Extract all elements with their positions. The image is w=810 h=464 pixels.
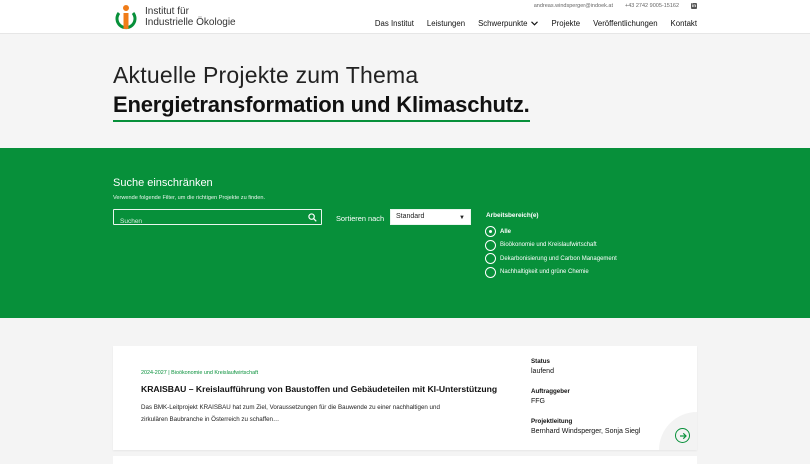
- nav-label: Das Institut: [374, 19, 414, 28]
- filter-subtitle: Verwende folgende Filter, um die richtig…: [113, 195, 266, 201]
- top-contact-bar: andreas.windsperger@indoek.at +43 2742 9…: [534, 3, 697, 9]
- nav-veroeffentlichungen[interactable]: Veröffentlichungen: [593, 19, 657, 28]
- description-line-2: zirkulären Baubranche in Österreich zu s…: [141, 416, 280, 423]
- filter-title: Suche einschränken: [113, 177, 213, 189]
- nav-label: Leistungen: [426, 19, 466, 28]
- site-header: Institut für Industrielle Ökologie andre…: [0, 0, 810, 34]
- logo-icon: [115, 5, 137, 30]
- linkedin-icon[interactable]: in: [691, 3, 697, 9]
- site-logo[interactable]: Institut für Industrielle Ökologie: [113, 3, 243, 31]
- project-title[interactable]: KRAISBAU – Kreislaufführung von Baustoff…: [141, 384, 497, 394]
- arrow-right-icon: [679, 432, 687, 439]
- hero-title-line-1: Aktuelle Projekte zum Thema: [113, 62, 419, 88]
- project-description: Das BMK-Leitprojekt KRAISBAU hat zum Zie…: [141, 402, 486, 426]
- nav-label: Schwerpunkte: [478, 19, 528, 28]
- project-details: Status laufend Auftraggeber FFG Projektl…: [531, 358, 640, 448]
- radio-alle[interactable]: Alle: [485, 225, 617, 239]
- sort-label: Sortieren nach: [336, 214, 385, 223]
- lead-value: Bernhard Windsperger, Sonja Siegl: [531, 428, 641, 435]
- radio-dekarbonisierung[interactable]: Dekarbonisierung und Carbon Management: [485, 252, 617, 266]
- nav-kontakt[interactable]: Kontakt: [671, 19, 697, 28]
- radio-biooekonomie[interactable]: Bioökonomie und Kreislaufwirtschaft: [485, 239, 617, 253]
- radio-button[interactable]: [485, 226, 496, 238]
- client-label: Auftraggeber: [531, 388, 570, 395]
- radio-label: Dekarbonisierung und Carbon Management: [500, 255, 617, 262]
- logo-line-2: Industrielle Ökologie: [145, 17, 236, 28]
- area-radio-group: Alle Bioökonomie und Kreislaufwirtschaft…: [485, 225, 617, 279]
- caret-down-icon: ▼: [459, 215, 465, 221]
- phone-link[interactable]: +43 2742 9005-15162: [625, 3, 679, 9]
- main-navigation: Das Institut Leistungen Schwerpunkte Pro…: [375, 19, 697, 28]
- filter-section: Suche einschränken Verwende folgende Fil…: [0, 148, 810, 318]
- nav-schwerpunkte[interactable]: Schwerpunkte: [478, 19, 539, 28]
- nav-projekte[interactable]: Projekte: [551, 19, 580, 28]
- sort-select[interactable]: Standard ▼: [390, 209, 471, 225]
- search-box: [113, 209, 322, 229]
- description-line-1: Das BMK-Leitprojekt KRAISBAU hat zum Zie…: [141, 404, 440, 411]
- radio-nachhaltigkeit[interactable]: Nachhaltigkeit und grüne Chemie: [485, 266, 617, 280]
- logo-text: Institut für Industrielle Ökologie: [145, 6, 236, 28]
- area-filter-title: Arbeitsbereich(e): [486, 212, 539, 219]
- sort-selected-value: Standard: [396, 213, 425, 220]
- status-label: Status: [531, 358, 550, 365]
- radio-button[interactable]: [485, 239, 496, 251]
- logo-line-1: Institut für: [145, 6, 189, 17]
- radio-label: Alle: [500, 228, 512, 235]
- hero-title-line-2: Energietransformation und Klimaschutz.: [113, 92, 530, 122]
- client-value: FFG: [531, 398, 545, 405]
- nav-leistungen[interactable]: Leistungen: [427, 19, 465, 28]
- project-card-next[interactable]: [113, 456, 697, 464]
- radio-button[interactable]: [485, 253, 496, 265]
- chevron-down-icon: [531, 21, 539, 26]
- lead-label: Projektleitung: [531, 418, 573, 425]
- search-input[interactable]: [114, 214, 321, 229]
- radio-button[interactable]: [485, 266, 496, 278]
- email-link[interactable]: andreas.windsperger@indoek.at: [534, 3, 613, 9]
- radio-label: Bioökonomie und Kreislaufwirtschaft: [500, 242, 597, 249]
- nav-label: Projekte: [551, 19, 581, 28]
- project-card[interactable]: 2024-2027 | Bioökonomie und Kreislaufwir…: [113, 346, 697, 450]
- nav-label: Veröffentlichungen: [593, 19, 658, 28]
- radio-label: Nachhaltigkeit und grüne Chemie: [500, 269, 589, 276]
- project-meta: 2024-2027 | Bioökonomie und Kreislaufwir…: [141, 370, 259, 376]
- hero-section: Aktuelle Projekte zum Thema Energietrans…: [0, 34, 810, 148]
- search-icon[interactable]: [308, 213, 317, 222]
- status-value: laufend: [531, 368, 554, 375]
- nav-label: Kontakt: [670, 19, 697, 28]
- nav-das-institut[interactable]: Das Institut: [375, 19, 414, 28]
- open-project-button[interactable]: [675, 428, 690, 443]
